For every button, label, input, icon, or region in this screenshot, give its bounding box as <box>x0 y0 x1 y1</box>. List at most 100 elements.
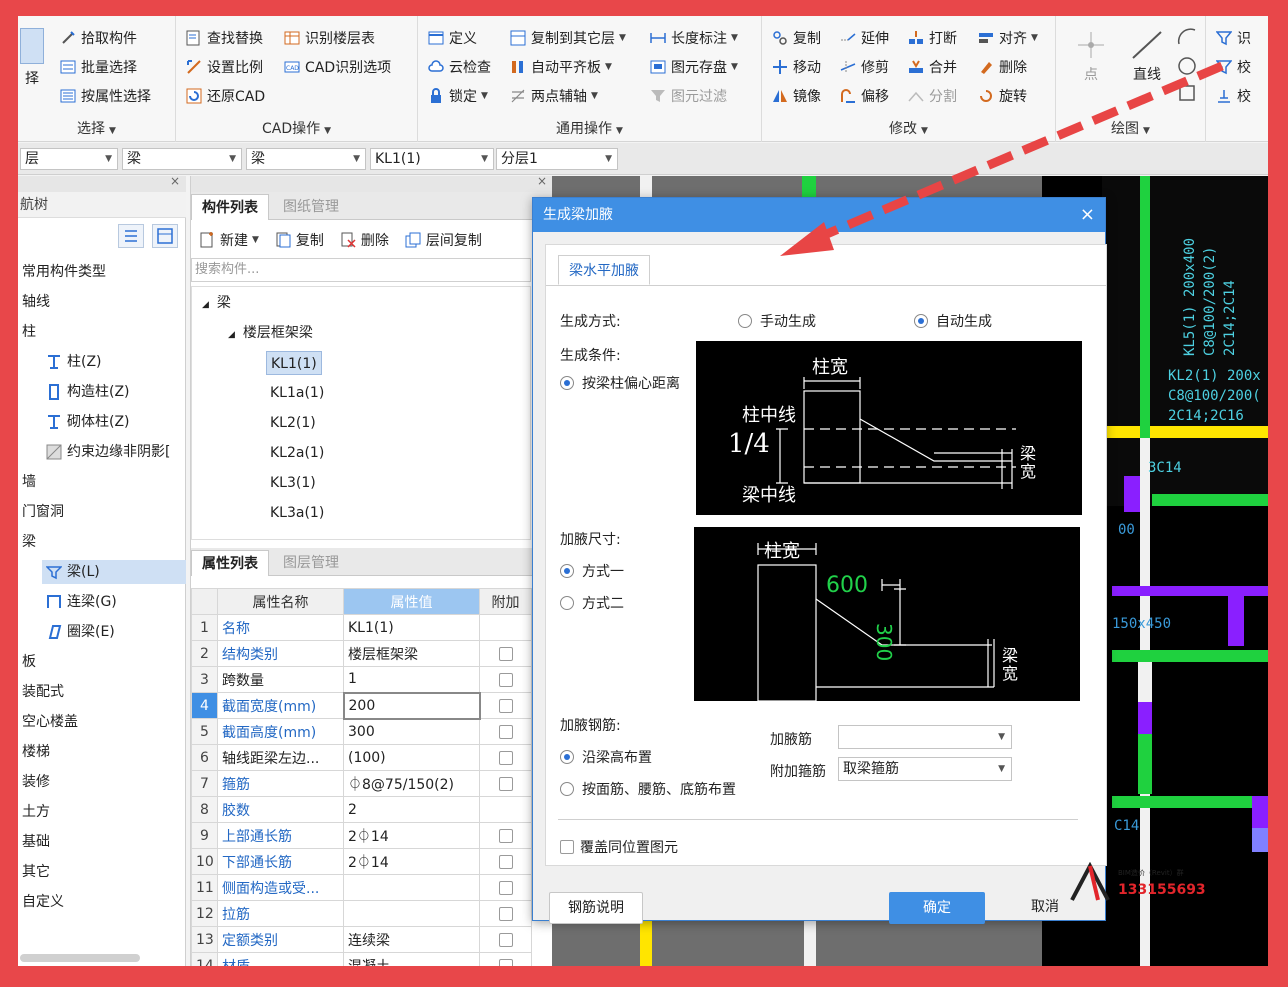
set-scale-button[interactable]: 设置比例 <box>186 55 263 79</box>
property-value[interactable]: 300 <box>343 718 480 745</box>
table-row[interactable]: 7 箍筋 ⏀8@75/150(2) <box>191 770 532 797</box>
list-item[interactable]: KL2a(1) <box>270 441 324 465</box>
define-button[interactable]: 定义 <box>428 26 477 50</box>
move-button[interactable]: 移动 <box>772 55 821 79</box>
property-value[interactable]: 2⏀14 <box>343 848 480 875</box>
tree-node-beam[interactable]: ◢ 梁 <box>202 291 231 315</box>
ribbon-group-title-cad[interactable]: CAD操作 ▼ <box>176 118 417 138</box>
search-input[interactable]: 搜索构件... <box>191 258 531 282</box>
table-row[interactable]: 11 侧面构造或受... <box>191 874 532 901</box>
align-button[interactable]: 对齐 ▼ <box>978 26 1038 50</box>
property-value[interactable]: 连续梁 <box>343 926 480 953</box>
batch-select-button[interactable]: 批量选择 <box>60 55 137 79</box>
collapse-icon[interactable]: ◢ <box>228 330 235 340</box>
tree-item-decoration[interactable]: 装修 <box>22 770 50 794</box>
tree-node-floor-frame-beam[interactable]: ◢ 楼层框架梁 <box>228 321 313 345</box>
radio-auto-generate[interactable]: 自动生成 <box>914 311 992 331</box>
tree-item-foundation[interactable]: 基础 <box>22 830 50 854</box>
extra-checkbox[interactable] <box>498 698 513 713</box>
property-value[interactable]: 2 <box>343 796 480 823</box>
table-row[interactable]: 6 轴线距梁左边... (100) <box>191 744 532 771</box>
grid-view-button[interactable] <box>152 224 178 248</box>
property-value[interactable] <box>343 900 480 927</box>
table-row[interactable]: 2 结构类别 楼层框架梁 <box>191 640 532 667</box>
table-row[interactable]: 8 胶数 2 <box>191 796 532 823</box>
tree-item-masonry-column[interactable]: 砌体柱(Z) <box>46 410 130 434</box>
tree-item-constructional-column[interactable]: 构造柱(Z) <box>46 380 130 404</box>
tree-item-earthwork[interactable]: 土方 <box>22 800 50 824</box>
sublayer-select[interactable]: 分层1 ▼ <box>496 148 618 170</box>
radio-manual-generate[interactable]: 手动生成 <box>738 311 816 331</box>
extra-checkbox[interactable] <box>498 932 513 947</box>
table-row[interactable]: 1 名称 KL1(1) <box>191 614 532 641</box>
merge-button[interactable]: 合并 <box>908 55 957 79</box>
list-item[interactable]: KL1a(1) <box>270 381 324 405</box>
close-icon[interactable]: × <box>537 174 547 188</box>
tab-drawing-management[interactable]: 图纸管理 <box>273 194 349 220</box>
cloud-check-button[interactable]: 云检查 <box>428 55 491 79</box>
horizontal-scrollbar[interactable] <box>20 954 140 962</box>
haunch-rebar-select[interactable]: ▼ <box>838 725 1012 749</box>
element-filter-button[interactable]: 图元过滤 <box>650 84 727 108</box>
break-button[interactable]: 打断 <box>908 26 957 50</box>
offset-button[interactable]: 偏移 <box>840 84 889 108</box>
tree-item-wall[interactable]: 墙 <box>22 470 36 494</box>
component-select[interactable]: KL1(1) ▼ <box>370 148 494 170</box>
tree-item-prefab[interactable]: 装配式 <box>22 680 64 704</box>
property-value[interactable] <box>343 874 480 901</box>
property-value[interactable]: (100) <box>343 744 480 771</box>
delete-button[interactable]: 删除 <box>978 55 1027 79</box>
check-2-button[interactable]: 校 <box>1216 84 1251 108</box>
length-dimension-button[interactable]: 长度标注 ▼ <box>650 26 738 50</box>
list-item[interactable]: KL3(1) <box>270 471 316 495</box>
tab-layer-management[interactable]: 图层管理 <box>273 550 349 576</box>
ribbon-group-title-modify[interactable]: 修改 ▼ <box>762 118 1055 138</box>
extend-button[interactable]: 延伸 <box>840 26 889 50</box>
cad-recognize-options-button[interactable]: CAD CAD识别选项 <box>284 55 391 79</box>
tree-item-ring-beam[interactable]: 圈梁(E) <box>46 620 115 644</box>
list-item[interactable]: KL2(1) <box>270 411 316 435</box>
table-row[interactable]: 10 下部通长筋 2⏀14 <box>191 848 532 875</box>
ribbon-group-title-draw[interactable]: 绘图 ▼ <box>1056 118 1205 138</box>
extra-stirrup-select[interactable]: 取梁箍筋 ▼ <box>838 757 1012 781</box>
draw-extra-tools[interactable] <box>1176 26 1198 106</box>
rotate-button[interactable]: 旋转 <box>978 84 1027 108</box>
tree-item-common-types[interactable]: 常用构件类型 <box>22 260 106 284</box>
ribbon-group-title-common[interactable]: 通用操作 ▼ <box>418 118 761 138</box>
radio-by-face-waist-bottom[interactable]: 按面筋、腰筋、底筋布置 <box>560 779 736 799</box>
ok-button[interactable]: 确定 <box>889 892 985 924</box>
auto-align-slab-button[interactable]: 自动平齐板 ▼ <box>510 55 612 79</box>
tree-item-beam-l[interactable]: 梁(L) <box>42 560 186 584</box>
tree-item-custom[interactable]: 自定义 <box>22 890 64 914</box>
floor-select[interactable]: 层 ▼ <box>20 148 118 170</box>
recognize-floor-table-button[interactable]: 识别楼层表 <box>284 26 375 50</box>
extra-checkbox[interactable] <box>498 750 513 765</box>
tab-property-list[interactable]: 属性列表 <box>191 550 269 576</box>
new-component-button[interactable]: 新建 ▼ <box>199 230 259 250</box>
table-row[interactable]: 14材质混凝土 <box>191 952 532 966</box>
lock-button[interactable]: 锁定 ▼ <box>428 84 488 108</box>
property-value[interactable]: 2⏀14 <box>343 822 480 849</box>
delete-component-button[interactable]: 删除 <box>340 230 389 250</box>
property-value[interactable]: 混凝土 <box>343 952 480 966</box>
property-value[interactable]: 200 <box>342 691 481 720</box>
property-value[interactable]: KL1(1) <box>343 614 480 641</box>
tree-item-door-window[interactable]: 门窗洞 <box>22 500 64 524</box>
property-value[interactable]: ⏀8@75/150(2) <box>343 770 480 797</box>
tree-item-hollow-floor[interactable]: 空心楼盖 <box>22 710 78 734</box>
tree-item-other[interactable]: 其它 <box>22 860 50 884</box>
list-view-button[interactable] <box>118 224 144 248</box>
tree-item-slab[interactable]: 板 <box>22 650 36 674</box>
check-button[interactable]: 校 <box>1216 55 1251 79</box>
select-by-attribute-button[interactable]: 按属性选择 <box>60 84 151 108</box>
tree-item-axis[interactable]: 轴线 <box>22 290 50 314</box>
collapse-icon[interactable]: ◢ <box>202 300 209 310</box>
select-button[interactable]: 择 <box>18 28 46 88</box>
extra-checkbox[interactable] <box>498 854 513 869</box>
extra-checkbox[interactable] <box>498 828 513 843</box>
property-value[interactable]: 1 <box>343 666 480 693</box>
tree-item-column[interactable]: 柱 <box>22 320 36 344</box>
tree-item-coupling-beam[interactable]: 连梁(G) <box>46 590 117 614</box>
ribbon-group-title-select[interactable]: 选择 ▼ <box>18 118 175 138</box>
tab-component-list[interactable]: 构件列表 <box>191 194 269 220</box>
